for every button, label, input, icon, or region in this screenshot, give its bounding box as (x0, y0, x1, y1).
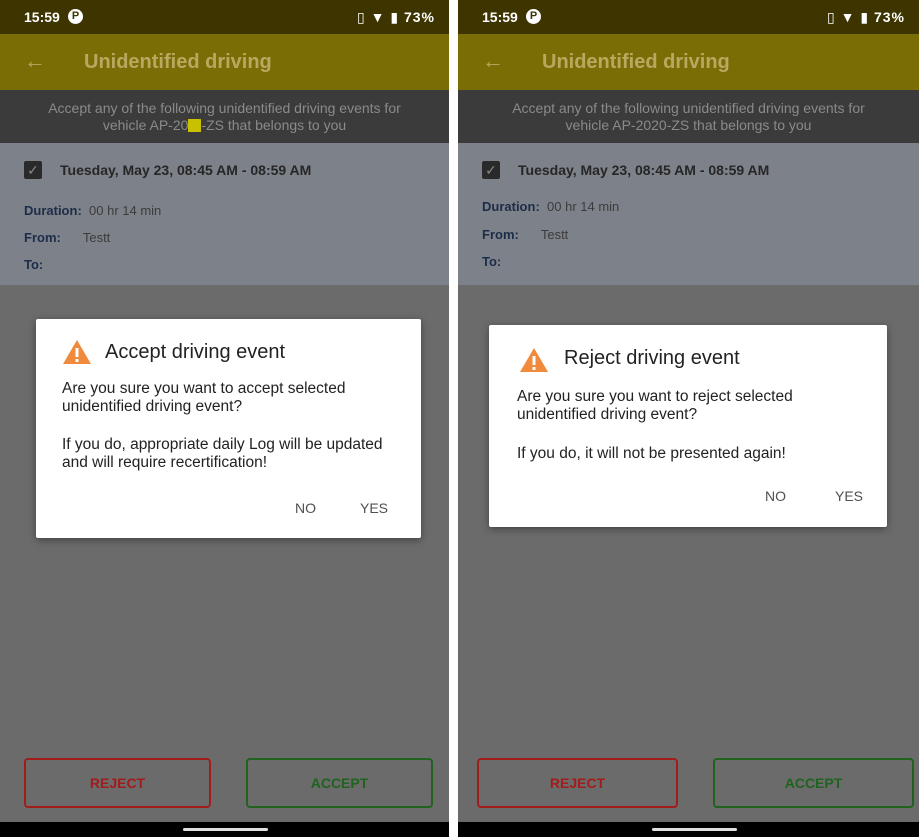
vibrate-icon: ▯ (357, 9, 366, 25)
to-label: To: (482, 254, 502, 269)
home-handle[interactable] (183, 828, 268, 831)
banner-line-2: vehicle AP-20 -ZS that belongs to you (0, 117, 449, 133)
event-date: Tuesday, May 23, 08:45 AM - 08:59 AM (518, 162, 770, 178)
wifi-icon: ▼ (370, 9, 386, 25)
from-value: Testt (82, 230, 111, 245)
battery-percent: 73% (873, 9, 905, 25)
dialog-message: Are you sure you want to reject selected… (517, 388, 793, 423)
battery-icon: ▮ (860, 9, 870, 25)
reject-dialog: Reject driving event Are you sure you wa… (489, 325, 887, 527)
duration-label: Duration: (482, 199, 540, 214)
warning-icon (520, 348, 548, 372)
notification-icon: P (68, 9, 83, 24)
dialog-warning-message: If you do, it will not be presented agai… (517, 445, 786, 462)
accept-button[interactable]: ACCEPT (713, 758, 914, 808)
navigation-bar (458, 822, 919, 837)
dialog-title: Accept driving event (105, 341, 286, 363)
back-arrow-icon[interactable]: ← (482, 48, 504, 74)
from-label: From: (24, 230, 61, 245)
dialog-no-button[interactable]: NO (765, 488, 786, 504)
vibrate-icon: ▯ (827, 9, 836, 25)
app-bar: ← Unidentified driving (0, 34, 449, 90)
status-time: 15:59 (24, 9, 60, 25)
duration-value: 00 hr 14 min (547, 199, 620, 214)
battery-percent: 73% (403, 9, 435, 25)
from-label: From: (482, 227, 519, 242)
status-icons: ▯ ▼ ▮ 73% (827, 9, 905, 26)
dialog-warning-message: If you do, appropriate daily Log will be… (62, 436, 383, 471)
status-time: 15:59 (482, 9, 518, 25)
instruction-banner: Accept any of the following unidentified… (0, 90, 449, 143)
status-bar: 15:59 P ▯ ▼ ▮ 73% (0, 0, 449, 34)
duration-row: Duration: 00 hr 14 min (482, 199, 619, 214)
app-bar: ← Unidentified driving (458, 34, 919, 90)
status-icons: ▯ ▼ ▮ 73% (357, 9, 435, 26)
notification-icon: P (526, 9, 541, 24)
right-screen: 15:59 P ▯ ▼ ▮ 73% ← Unidentified driving… (458, 0, 919, 837)
battery-icon: ▮ (390, 9, 400, 25)
checkbox-checked-icon[interactable]: ✓ (482, 161, 500, 179)
accept-button[interactable]: ACCEPT (246, 758, 433, 808)
banner-vehicle-prefix: vehicle AP-20 (102, 117, 189, 133)
banner-line-2: vehicle AP-2020-ZS that belongs to you (565, 117, 812, 133)
instruction-banner: Accept any of the following unidentified… (458, 90, 919, 143)
home-handle[interactable] (652, 828, 737, 831)
left-screen: 15:59 P ▯ ▼ ▮ 73% ← Unidentified driving… (0, 0, 449, 837)
accept-dialog: Accept driving event Are you sure you wa… (36, 319, 421, 538)
event-date: Tuesday, May 23, 08:45 AM - 08:59 AM (60, 162, 312, 178)
dialog-yes-button[interactable]: YES (360, 500, 388, 516)
reject-button[interactable]: REJECT (24, 758, 211, 808)
dialog-title: Reject driving event (564, 347, 740, 369)
page-title: Unidentified driving (542, 51, 730, 73)
banner-line-1: Accept any of the following unidentified… (512, 100, 865, 116)
dialog-yes-button[interactable]: YES (835, 488, 863, 504)
back-arrow-icon[interactable]: ← (24, 48, 46, 74)
duration-row: Duration: 00 hr 14 min (24, 203, 161, 218)
checkbox-checked-icon[interactable]: ✓ (24, 161, 42, 179)
banner-vehicle-suffix: -ZS that belongs to you (201, 117, 347, 133)
page-title: Unidentified driving (84, 51, 272, 73)
wifi-icon: ▼ (840, 9, 856, 25)
warning-icon (63, 340, 91, 364)
reject-button[interactable]: REJECT (477, 758, 678, 808)
from-row: From: Testt (482, 227, 568, 242)
from-row: From: Testt (24, 230, 110, 245)
banner-line-1: Accept any of the following unidentified… (48, 100, 401, 116)
from-value: Testt (540, 227, 569, 242)
navigation-bar (0, 822, 449, 837)
event-card: ✓ Tuesday, May 23, 08:45 AM - 08:59 AM D… (458, 143, 919, 285)
dialog-message: Are you sure you want to accept selected… (62, 380, 346, 415)
duration-value: 00 hr 14 min (89, 203, 162, 218)
dialog-no-button[interactable]: NO (295, 500, 316, 516)
event-card: ✓ Tuesday, May 23, 08:45 AM - 08:59 AM D… (0, 143, 449, 285)
redaction-mark (188, 119, 202, 132)
to-row: To: (482, 254, 501, 269)
to-row: To: (24, 257, 43, 272)
duration-label: Duration: (24, 203, 82, 218)
to-label: To: (24, 257, 44, 272)
status-bar: 15:59 P ▯ ▼ ▮ 73% (458, 0, 919, 34)
